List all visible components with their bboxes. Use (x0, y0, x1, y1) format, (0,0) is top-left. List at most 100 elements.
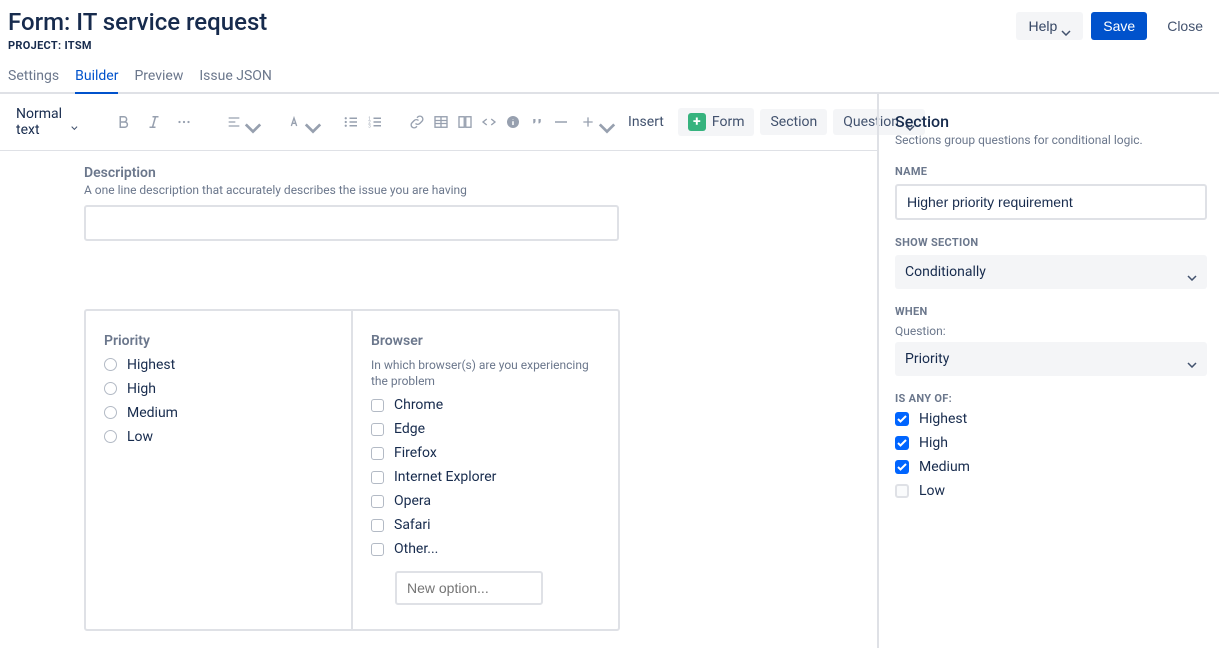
option-label: Low (127, 429, 153, 445)
option-label: Highest (127, 357, 175, 373)
text-color-button[interactable] (282, 108, 318, 136)
name-field-label: NAME (895, 165, 1207, 178)
divider-button[interactable] (552, 108, 570, 136)
option-label: Other... (394, 541, 438, 557)
option-label: Medium (127, 405, 178, 421)
checkbox-icon (371, 471, 384, 484)
chevron-down-icon (1187, 269, 1197, 275)
plus-icon: + (688, 113, 706, 131)
tab-settings[interactable]: Settings (8, 62, 59, 92)
condition-checkbox-low[interactable]: Low (895, 483, 1207, 499)
checkbox-option[interactable]: Other... (371, 541, 600, 557)
option-label: High (127, 381, 156, 397)
add-button[interactable] (576, 108, 612, 136)
question-sublabel: Question: (895, 324, 1207, 338)
close-button[interactable]: Close (1155, 12, 1215, 40)
insert-form-button[interactable]: + Form (678, 108, 755, 136)
checkbox-icon (371, 447, 384, 460)
checkbox-option[interactable]: Internet Explorer (371, 469, 600, 485)
checkbox-option[interactable]: Opera (371, 493, 600, 509)
insert-label: Insert (618, 114, 664, 130)
show-section-select[interactable]: Conditionally (895, 255, 1207, 289)
radio-option[interactable]: Medium (104, 405, 333, 421)
priority-title: Priority (104, 333, 333, 349)
numbered-list-button[interactable]: 123 (366, 108, 384, 136)
sidebar-subtitle: Sections group questions for conditional… (895, 133, 1207, 147)
tab-issue-json[interactable]: Issue JSON (199, 62, 272, 92)
checkbox-icon (371, 495, 384, 508)
tabs: Settings Builder Preview Issue JSON (0, 52, 1219, 94)
chevron-down-icon (71, 119, 78, 125)
new-option-input[interactable] (395, 571, 543, 605)
insert-form-label: Form (712, 114, 745, 130)
condition-checkbox-high[interactable]: High (895, 435, 1207, 451)
when-label: WHEN (895, 305, 1207, 318)
more-formatting-button[interactable] (170, 108, 198, 136)
code-button[interactable] (480, 108, 498, 136)
align-button[interactable] (222, 108, 258, 136)
properties-sidebar: Section Sections group questions for con… (877, 94, 1219, 648)
radio-option[interactable]: High (104, 381, 333, 397)
save-button[interactable]: Save (1091, 12, 1147, 40)
checkbox-option[interactable]: Edge (371, 421, 600, 437)
canvas-body: Description A one line description that … (0, 151, 877, 657)
editor-toolbar: Normal text (0, 94, 877, 151)
description-subtitle: A one line description that accurately d… (84, 183, 861, 197)
text-style-label: Normal text (16, 106, 65, 138)
sidebar-title: Section (895, 112, 1207, 131)
chevron-down-icon (1187, 356, 1197, 362)
show-section-label: SHOW SECTION (895, 236, 1207, 249)
section-name-input[interactable] (895, 184, 1207, 220)
insert-section-label: Section (770, 114, 817, 130)
priority-column: Priority Highest High Medium Low (86, 311, 351, 629)
page-title: Form: IT service request (8, 8, 267, 37)
radio-icon (104, 406, 117, 419)
tab-builder[interactable]: Builder (75, 62, 118, 92)
description-input[interactable] (84, 205, 619, 241)
bullet-list-button[interactable] (342, 108, 360, 136)
main-content: Normal text (0, 94, 1219, 648)
text-style-selector[interactable]: Normal text (8, 102, 86, 142)
help-button-label: Help (1028, 18, 1057, 34)
checkbox-option[interactable]: Chrome (371, 397, 600, 413)
browser-subtitle: In which browser(s) are you experiencing… (371, 357, 600, 389)
checkbox-option[interactable]: Firefox (371, 445, 600, 461)
radio-option[interactable]: Low (104, 429, 333, 445)
checkbox-icon (371, 543, 384, 556)
condition-checkbox-highest[interactable]: Highest (895, 411, 1207, 427)
radio-option[interactable]: Highest (104, 357, 333, 373)
link-button[interactable] (408, 108, 426, 136)
option-label: Firefox (394, 445, 437, 461)
condition-label: Low (919, 483, 945, 499)
option-label: Chrome (394, 397, 443, 413)
checkbox-option[interactable]: Safari (371, 517, 600, 533)
chevron-down-icon (598, 119, 608, 125)
checkbox-checked-icon (895, 460, 909, 474)
show-section-value: Conditionally (905, 264, 986, 280)
insert-section-button[interactable]: Section (760, 109, 827, 135)
chevron-down-icon (304, 119, 314, 125)
project-label: PROJECT: ITSM (8, 39, 267, 52)
option-label: Internet Explorer (394, 469, 496, 485)
is-any-of-label: IS ANY OF: (895, 392, 1207, 405)
option-label: Edge (394, 421, 425, 437)
quote-button[interactable] (528, 108, 546, 136)
bold-button[interactable] (110, 108, 138, 136)
option-label: Safari (394, 517, 431, 533)
table-button[interactable] (432, 108, 450, 136)
info-button[interactable] (504, 108, 522, 136)
option-label: Opera (394, 493, 431, 509)
tab-preview[interactable]: Preview (134, 62, 183, 92)
help-button[interactable]: Help (1016, 12, 1083, 40)
radio-icon (104, 358, 117, 371)
italic-button[interactable] (140, 108, 168, 136)
condition-label: Highest (919, 411, 967, 427)
checkbox-icon (371, 423, 384, 436)
header-actions: Help Save Close (1016, 8, 1215, 40)
when-question-select[interactable]: Priority (895, 342, 1207, 376)
checkbox-icon (371, 519, 384, 532)
layout-button[interactable] (456, 108, 474, 136)
condition-checkbox-medium[interactable]: Medium (895, 459, 1207, 475)
browser-title: Browser (371, 333, 600, 349)
condition-label: Medium (919, 459, 970, 475)
